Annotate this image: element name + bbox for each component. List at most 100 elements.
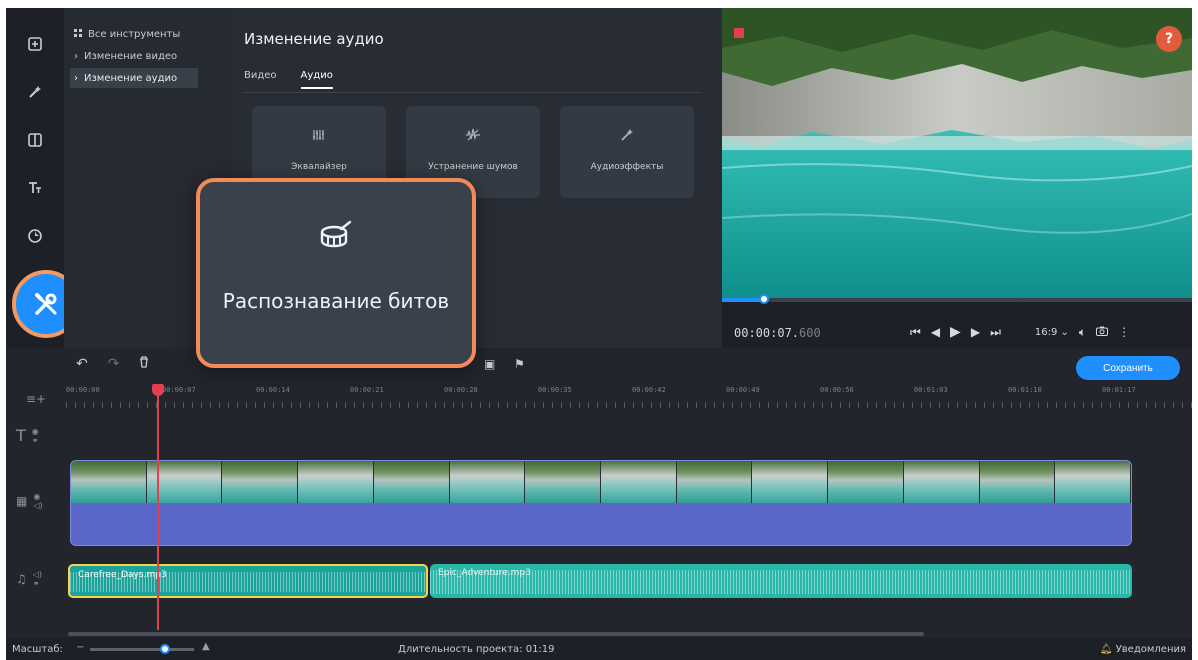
- clip-properties-icon[interactable]: ▣: [484, 357, 495, 371]
- nav-item-audio-edit[interactable]: › Изменение аудио: [70, 68, 198, 88]
- audio-track-header: ♫ ◁) ⚭: [16, 570, 42, 588]
- audio-effects-icon: [560, 128, 694, 146]
- ruler-tick: 00:00:14: [256, 386, 290, 394]
- timeline: ↶ ↷ ▣ ⚑ Сохранить ≡+ 00:00:00 00:00:07 0…: [6, 348, 1192, 638]
- video-track-header: ▦ ◉ ◁): [16, 492, 43, 510]
- ruler-tick: 00:00:49: [726, 386, 760, 394]
- thumbnail: [676, 461, 753, 503]
- player-controls: 00:00:07.600 ⏮ ◀ ▶ ▶ ⏭ 16:9 ⌄ 🔈︎ ⋮: [722, 294, 1192, 348]
- play-icon[interactable]: ▶: [950, 324, 961, 340]
- marker-icon[interactable]: ⚑: [514, 357, 525, 371]
- redo-icon[interactable]: ↷: [108, 356, 120, 372]
- nav-item-label: Изменение видео: [84, 50, 178, 62]
- notifications-link[interactable]: 🔔︎ Уведомления: [1100, 644, 1186, 655]
- card-label: Аудиоэффекты: [590, 162, 664, 172]
- playback-progress[interactable]: [722, 294, 1192, 304]
- nav-item-all-tools[interactable]: Все инструменты: [70, 24, 198, 44]
- snapshot-icon[interactable]: [1096, 325, 1109, 339]
- status-bar: Масштаб: − ▲ Длительность проекта: 01:19…: [6, 638, 1192, 660]
- thumbnail: [71, 461, 147, 503]
- volume-icon[interactable]: 🔈︎: [1079, 325, 1086, 340]
- ruler-tick: 00:00:28: [444, 386, 478, 394]
- thumbnail: [222, 461, 299, 503]
- bell-icon: 🔔︎: [1099, 644, 1113, 655]
- text-track-icon: T: [16, 426, 26, 445]
- noise-removal-icon: [406, 128, 540, 146]
- ruler-tick: 00:00:07: [162, 386, 196, 394]
- video-clip[interactable]: [70, 460, 1132, 546]
- undo-icon[interactable]: ↶: [76, 356, 88, 372]
- visibility-icon[interactable]: ◉ ⚭: [32, 427, 39, 445]
- tab-audio[interactable]: Аудио: [300, 70, 333, 89]
- waveform: [430, 570, 1132, 594]
- timeline-ruler[interactable]: 00:00:00 00:00:07 00:00:14 00:00:21 00:0…: [66, 384, 1192, 410]
- delete-icon[interactable]: [139, 356, 149, 372]
- magic-wand-icon[interactable]: [19, 76, 51, 108]
- transport-controls: ⏮ ◀ ▶ ▶ ⏭ 16:9 ⌄ 🔈︎ ⋮: [910, 324, 1130, 340]
- playback-knob[interactable]: [759, 294, 770, 304]
- nav-item-label: Все инструменты: [88, 28, 181, 40]
- audio-effects-card[interactable]: Аудиоэффекты: [560, 106, 694, 198]
- tab-divider: [244, 92, 702, 93]
- more-icon[interactable]: ⋮: [1118, 325, 1130, 339]
- playback-progress-fill: [722, 298, 765, 302]
- thumbnail: [601, 461, 677, 503]
- save-button[interactable]: Сохранить: [1076, 356, 1180, 380]
- timeline-tools: ↶ ↷: [76, 356, 149, 372]
- ruler-tick: 00:00:42: [632, 386, 666, 394]
- timecode-ms: 600: [799, 326, 821, 340]
- thumbnail: [373, 461, 450, 503]
- zoom-slider[interactable]: [90, 644, 194, 654]
- audio-clip-label: Carefree_Days.mp3: [78, 570, 167, 580]
- ruler-tick: 00:00:56: [820, 386, 854, 394]
- video-track-toggles-icon[interactable]: ◉ ◁): [33, 492, 42, 510]
- skip-end-icon[interactable]: ⏭: [990, 325, 1001, 340]
- notifications-label: Уведомления: [1115, 644, 1186, 655]
- aspect-ratio-select[interactable]: 16:9 ⌄: [1035, 327, 1069, 338]
- beat-detection-card[interactable]: Распознавание битов: [196, 178, 476, 368]
- zoom-label: Масштаб:: [12, 644, 63, 655]
- transition-icon[interactable]: [19, 124, 51, 156]
- help-button[interactable]: ?: [1156, 26, 1182, 52]
- audio-clip-label: Epic_Adventure.mp3: [438, 568, 531, 578]
- timeline-scrollbar[interactable]: [68, 632, 924, 636]
- audio-clip[interactable]: Carefree_Days.mp3: [68, 564, 428, 598]
- drum-icon: [200, 220, 472, 250]
- music-note-icon: ♫: [16, 572, 27, 586]
- text-icon[interactable]: [19, 172, 51, 204]
- timecode-main: 00:00:07.: [734, 326, 800, 340]
- thumbnail: [752, 461, 829, 503]
- zoom-in-icon[interactable]: ▲: [202, 641, 210, 652]
- ruler-tick: 00:01:17: [1102, 386, 1136, 394]
- audio-clip[interactable]: Epic_Adventure.mp3: [430, 564, 1132, 598]
- tab-video[interactable]: Видео: [244, 70, 277, 89]
- video-track-icon: ▦: [16, 494, 28, 508]
- thumbnail: [449, 461, 526, 503]
- skip-start-icon[interactable]: ⏮: [910, 325, 921, 340]
- ruler-tick: 00:00:00: [66, 386, 100, 394]
- aspect-ratio-label: 16:9: [1034, 326, 1058, 338]
- playhead[interactable]: [157, 386, 159, 630]
- panel-tabs: Видео Аудио: [244, 70, 333, 89]
- ruler-tick: 00:00:21: [350, 386, 384, 394]
- beat-detection-label: Распознавание битов: [222, 289, 450, 313]
- card-label: Эквалайзер: [291, 162, 347, 172]
- panel-title: Изменение аудио: [244, 30, 384, 48]
- preview-frame: [722, 8, 1192, 298]
- timeline-toolbar: ↶ ↷ ▣ ⚑ Сохранить: [6, 348, 1192, 382]
- nav-item-label: Изменение аудио: [84, 72, 178, 84]
- thumbnail: [979, 461, 1056, 503]
- nav-item-video-edit[interactable]: › Изменение видео: [70, 46, 198, 66]
- import-icon[interactable]: [19, 28, 51, 60]
- project-duration: Длительность проекта: 01:19: [398, 644, 555, 655]
- audio-track-toggles-icon[interactable]: ◁) ⚭: [33, 570, 42, 588]
- next-frame-icon[interactable]: ▶: [971, 325, 980, 339]
- add-track-icon[interactable]: ≡+: [26, 392, 46, 406]
- video-preview: [722, 8, 1192, 298]
- prev-frame-icon[interactable]: ◀: [931, 325, 940, 339]
- sticker-icon[interactable]: [19, 220, 51, 252]
- ruler-tick: 00:01:03: [914, 386, 948, 394]
- zoom-out-icon[interactable]: −: [76, 642, 84, 653]
- equalizer-icon: [252, 128, 386, 146]
- zoom-knob[interactable]: [160, 644, 170, 654]
